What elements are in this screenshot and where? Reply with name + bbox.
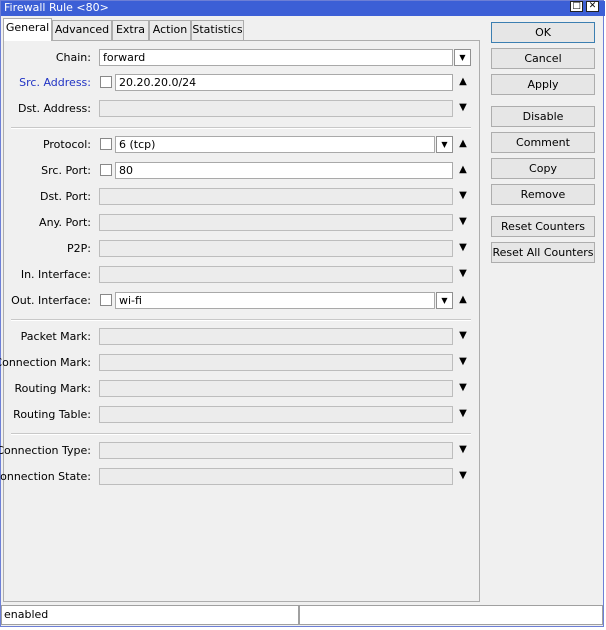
routing-table-label: Routing Table: (13, 408, 91, 421)
connection-state-expand-icon[interactable]: ▼ (457, 471, 469, 481)
out-interface-dropdown-icon[interactable]: ▼ (436, 292, 453, 309)
tab-action[interactable]: Action (149, 20, 191, 40)
separator (11, 127, 471, 129)
connection-mark-expand-icon[interactable]: ▼ (457, 357, 469, 367)
dst-address-expand-icon[interactable]: ▼ (457, 103, 469, 113)
routing-mark-field[interactable] (99, 380, 453, 397)
separator (11, 319, 471, 321)
dst-port-label: Dst. Port: (39, 190, 91, 203)
tab-advanced[interactable]: Advanced (52, 20, 112, 40)
in-interface-field[interactable] (99, 266, 453, 283)
out-interface-negate-checkbox[interactable] (100, 294, 112, 306)
dst-port-field[interactable] (99, 188, 453, 205)
src-port-negate-checkbox[interactable] (100, 164, 112, 176)
connection-state-field[interactable] (99, 468, 453, 485)
packet-mark-label: Packet Mark: (20, 330, 91, 343)
p2p-label: P2P: (67, 242, 91, 255)
separator (11, 433, 471, 435)
firewall-rule-window: Firewall Rule <80> □ ✕ General Advanced … (0, 0, 605, 627)
comment-button[interactable]: Comment (491, 132, 595, 153)
routing-mark-label: Routing Mark: (14, 382, 91, 395)
src-address-field[interactable]: 20.20.20.0/24 (115, 74, 453, 91)
src-port-field[interactable]: 80 (115, 162, 453, 179)
close-icon[interactable]: ✕ (586, 1, 599, 12)
protocol-field[interactable]: 6 (tcp) (115, 136, 435, 153)
any-port-field[interactable] (99, 214, 453, 231)
general-panel (3, 40, 480, 602)
src-address-collapse-icon[interactable]: ▲ (457, 77, 469, 87)
title-bar[interactable]: Firewall Rule <80> □ ✕ (1, 1, 605, 16)
src-port-label: Src. Port: (41, 164, 91, 177)
status-text: enabled (1, 605, 299, 625)
status-extra (299, 605, 603, 625)
dst-address-label: Dst. Address: (17, 102, 91, 115)
cancel-button[interactable]: Cancel (491, 48, 595, 69)
in-interface-label: In. Interface: (20, 268, 91, 281)
src-address-label: Src. Address: (19, 76, 91, 89)
remove-button[interactable]: Remove (491, 184, 595, 205)
window-title: Firewall Rule <80> (4, 1, 109, 14)
disable-button[interactable]: Disable (491, 106, 595, 127)
ok-button[interactable]: OK (491, 22, 595, 43)
dst-address-field[interactable] (99, 100, 453, 117)
protocol-collapse-icon[interactable]: ▲ (457, 139, 469, 149)
protocol-negate-checkbox[interactable] (100, 138, 112, 150)
p2p-expand-icon[interactable]: ▼ (457, 243, 469, 253)
any-port-label: Any. Port: (39, 216, 91, 229)
connection-state-label: Connection State: (0, 470, 91, 483)
restore-icon[interactable]: □ (570, 1, 583, 12)
tab-general[interactable]: General (3, 18, 52, 41)
packet-mark-field[interactable] (99, 328, 453, 345)
out-interface-collapse-icon[interactable]: ▲ (457, 295, 469, 305)
src-port-collapse-icon[interactable]: ▲ (457, 165, 469, 175)
connection-mark-label: Connection Mark: (0, 356, 91, 369)
packet-mark-expand-icon[interactable]: ▼ (457, 331, 469, 341)
out-interface-field[interactable]: wi-fi (115, 292, 435, 309)
routing-table-field[interactable] (99, 406, 453, 423)
connection-mark-field[interactable] (99, 354, 453, 371)
chain-dropdown-icon[interactable]: ▼ (454, 49, 471, 66)
in-interface-expand-icon[interactable]: ▼ (457, 269, 469, 279)
protocol-dropdown-icon[interactable]: ▼ (436, 136, 453, 153)
routing-table-expand-icon[interactable]: ▼ (457, 409, 469, 419)
tab-extra[interactable]: Extra (112, 20, 149, 40)
routing-mark-expand-icon[interactable]: ▼ (457, 383, 469, 393)
chain-field[interactable]: forward (99, 49, 453, 66)
connection-type-label: Connection Type: (0, 444, 91, 457)
src-address-negate-checkbox[interactable] (100, 76, 112, 88)
chain-label: Chain: (55, 51, 91, 64)
connection-type-field[interactable] (99, 442, 453, 459)
any-port-expand-icon[interactable]: ▼ (457, 217, 469, 227)
p2p-field[interactable] (99, 240, 453, 257)
tab-statistics[interactable]: Statistics (191, 20, 244, 40)
copy-button[interactable]: Copy (491, 158, 595, 179)
protocol-label: Protocol: (42, 138, 91, 151)
reset-all-counters-button[interactable]: Reset All Counters (491, 242, 595, 263)
dst-port-expand-icon[interactable]: ▼ (457, 191, 469, 201)
out-interface-label: Out. Interface: (11, 294, 91, 307)
connection-type-expand-icon[interactable]: ▼ (457, 445, 469, 455)
apply-button[interactable]: Apply (491, 74, 595, 95)
reset-counters-button[interactable]: Reset Counters (491, 216, 595, 237)
